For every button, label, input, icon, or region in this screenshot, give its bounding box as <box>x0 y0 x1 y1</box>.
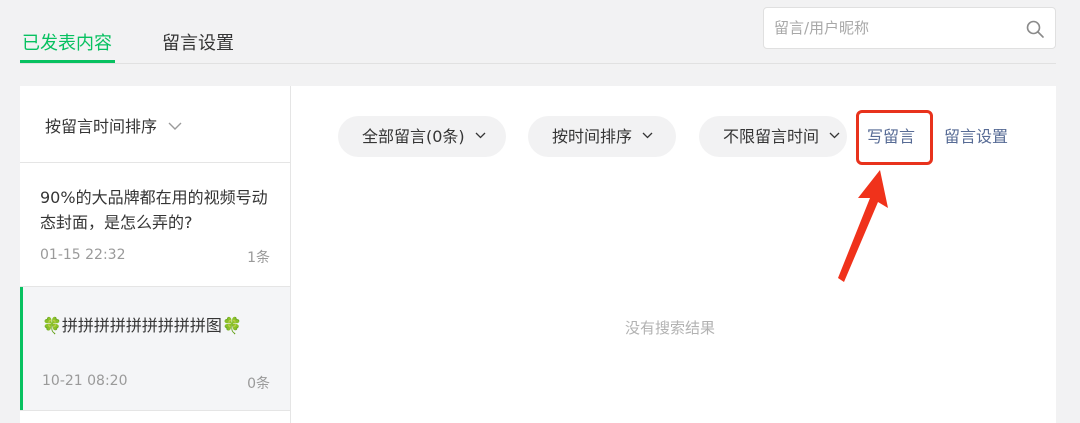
article-list-item-selected[interactable]: 🍀拼拼拼拼拼拼拼拼拼图🍀 10-21 08:20 0条 <box>20 287 290 411</box>
article-list-item[interactable]: 90%的大品牌都在用的视频号动态封面，是怎么弄的? 01-15 22:32 1条 <box>20 163 290 287</box>
filter-label: 全部留言(0条) <box>362 127 465 146</box>
top-bar: 已发表内容 留言设置 <box>0 0 1080 86</box>
clover-emoji: 🍀 <box>42 316 62 335</box>
annotation-arrow-icon <box>838 170 888 282</box>
chevron-down-icon <box>475 132 486 139</box>
article-title: 90%的大品牌都在用的视频号动态封面，是怎么弄的? <box>40 188 268 232</box>
article-title: 🍀拼拼拼拼拼拼拼拼拼图🍀 <box>42 313 274 338</box>
filter-time-range[interactable]: 不限留言时间 <box>699 116 847 157</box>
empty-state-text: 没有搜索结果 <box>625 319 716 337</box>
clover-emoji: 🍀 <box>221 316 242 335</box>
comments-panel: 全部留言(0条) 按时间排序 不限留言时间 写留言 留言设置 没有搜索结果 <box>291 86 1056 423</box>
article-title-text: 拼拼拼拼拼拼拼拼拼图 <box>61 316 222 335</box>
filter-label: 不限留言时间 <box>723 127 820 146</box>
article-date: 01-15 22:32 <box>40 247 126 263</box>
filter-label: 按时间排序 <box>552 127 633 146</box>
article-comment-count: 1条 <box>247 250 270 266</box>
sort-label: 按留言时间排序 <box>45 117 158 136</box>
article-date: 10-21 08:20 <box>42 373 128 389</box>
chevron-down-icon <box>168 122 182 130</box>
tab-comment-settings[interactable]: 留言设置 <box>162 32 234 56</box>
chevron-down-icon <box>829 132 840 139</box>
active-tab-indicator <box>20 60 115 63</box>
tab-published-content[interactable]: 已发表内容 <box>22 32 112 56</box>
search-icon[interactable] <box>1025 19 1045 39</box>
filter-sort-by-time[interactable]: 按时间排序 <box>528 116 676 157</box>
write-comment-link[interactable]: 写留言 <box>867 126 915 148</box>
sort-dropdown[interactable]: 按留言时间排序 <box>20 86 290 163</box>
filter-all-comments[interactable]: 全部留言(0条) <box>338 116 506 157</box>
search-box <box>763 7 1056 49</box>
article-comment-count: 0条 <box>247 376 270 392</box>
selected-indicator <box>20 287 23 410</box>
chevron-down-icon <box>642 132 653 139</box>
article-list-panel: 按留言时间排序 90%的大品牌都在用的视频号动态封面，是怎么弄的? 01-15 … <box>20 86 291 423</box>
comment-settings-link[interactable]: 留言设置 <box>944 126 1008 148</box>
search-input[interactable] <box>774 14 1014 42</box>
